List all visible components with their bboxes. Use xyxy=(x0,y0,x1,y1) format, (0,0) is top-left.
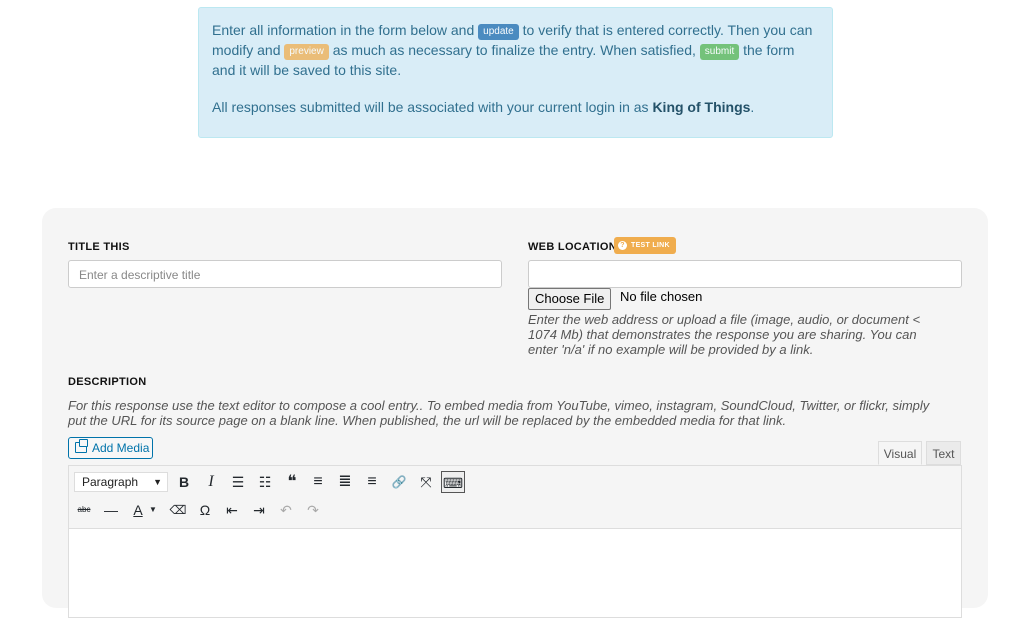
web-location-label: WEB LOCATION xyxy=(528,241,617,253)
align-right-icon[interactable]: ≡ xyxy=(360,471,384,493)
horizontal-line-icon[interactable]: — xyxy=(99,499,123,521)
description-help-text: For this response use the text editor to… xyxy=(68,398,930,428)
title-input[interactable]: Enter a descriptive title xyxy=(68,260,502,288)
test-link-label: TEST LINK xyxy=(631,242,670,249)
indent-icon[interactable]: ⇥ xyxy=(247,499,271,521)
notice-instructions: Enter all information in the form below … xyxy=(212,20,820,80)
help-icon: ? xyxy=(618,241,627,250)
web-help-text: Enter the web address or upload a file (… xyxy=(528,312,921,357)
form-panel: TITLE THIS Enter a descriptive title WEB… xyxy=(42,208,988,618)
strikethrough-icon[interactable]: abc xyxy=(72,499,96,521)
title-label: TITLE THIS xyxy=(68,241,130,253)
toolbar-toggle-icon[interactable]: ⌨ xyxy=(441,471,465,493)
web-location-input[interactable] xyxy=(528,260,962,288)
link-icon[interactable]: 🔗 xyxy=(387,471,411,493)
media-icon xyxy=(75,439,88,453)
format-select-value: Paragraph xyxy=(82,475,139,489)
title-placeholder: Enter a descriptive title xyxy=(79,268,201,282)
choose-file-button[interactable]: Choose File xyxy=(528,288,612,310)
undo-icon[interactable]: ↶ xyxy=(274,499,298,521)
username: King of Things xyxy=(652,99,751,115)
update-badge: update xyxy=(478,24,519,40)
file-status: No file chosen xyxy=(620,289,703,304)
bullet-list-icon[interactable]: ☰ xyxy=(226,471,250,493)
blockquote-icon[interactable]: ❝ xyxy=(280,471,304,493)
notice-login: All responses submitted will be associat… xyxy=(212,97,820,117)
add-media-label: Add Media xyxy=(92,441,150,455)
format-select[interactable]: Paragraph ▼ xyxy=(74,472,168,492)
special-character-icon[interactable]: Ω xyxy=(193,499,217,521)
notice-text: All responses submitted will be associat… xyxy=(212,99,649,115)
fullscreen-icon[interactable]: ⤧ xyxy=(414,471,438,493)
bold-icon[interactable]: B xyxy=(172,471,196,493)
clear-formatting-icon[interactable]: ⌫ xyxy=(166,499,190,521)
preview-badge: preview xyxy=(284,44,329,60)
editor-toolbar: Paragraph ▼ B I ☰ ☷ ❝ ≡ ≣ ≡ 🔗 ⤧ ⌨ abc — A… xyxy=(68,465,962,529)
submit-badge: submit xyxy=(699,44,740,60)
notice-text: Enter all information in the form below … xyxy=(212,22,475,38)
align-center-icon[interactable]: ≣ xyxy=(333,471,357,493)
add-media-button[interactable]: Add Media xyxy=(68,437,153,459)
description-label: DESCRIPTION xyxy=(68,376,147,388)
caret-down-icon[interactable]: ▼ xyxy=(146,499,160,521)
chevron-down-icon: ▼ xyxy=(153,477,162,487)
editor-content-area[interactable] xyxy=(68,528,962,618)
notice-text: as much as necessary to finalize the ent… xyxy=(332,42,696,58)
align-left-icon[interactable]: ≡ xyxy=(306,471,330,493)
tab-text[interactable]: Text xyxy=(926,441,961,465)
italic-icon[interactable]: I xyxy=(199,471,223,493)
notice-text: . xyxy=(750,99,755,115)
numbered-list-icon[interactable]: ☷ xyxy=(253,471,277,493)
outdent-icon[interactable]: ⇤ xyxy=(220,499,244,521)
redo-icon[interactable]: ↷ xyxy=(301,499,325,521)
tab-visual[interactable]: Visual xyxy=(878,441,922,465)
info-notice: Enter all information in the form below … xyxy=(198,7,833,138)
test-link-button[interactable]: ? TEST LINK xyxy=(614,237,676,254)
